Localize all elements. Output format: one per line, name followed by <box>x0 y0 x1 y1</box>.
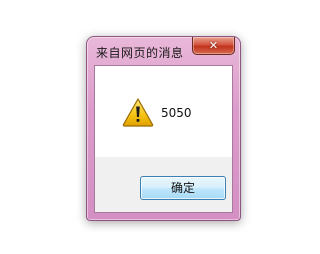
close-button[interactable]: ✕ <box>192 37 235 55</box>
dialog-title: 来自网页的消息 <box>96 46 184 60</box>
alert-dialog: 来自网页的消息 ✕ 5050 确定 <box>86 36 241 221</box>
title-bar[interactable]: 来自网页的消息 ✕ <box>87 37 240 65</box>
warning-icon <box>122 98 154 127</box>
ok-button[interactable]: 确定 <box>140 176 226 200</box>
message-text: 5050 <box>161 106 192 120</box>
button-bar: 确定 <box>95 157 232 212</box>
message-area: 5050 <box>95 66 232 157</box>
close-icon: ✕ <box>208 39 219 52</box>
dialog-body: 5050 确定 <box>94 65 233 213</box>
